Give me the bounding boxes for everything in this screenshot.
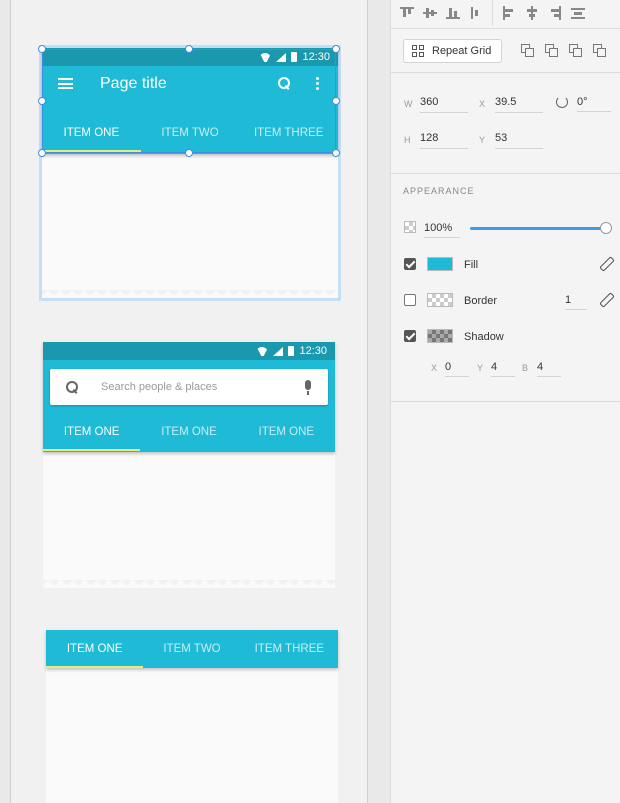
shadow-blur-label: B (522, 363, 529, 373)
boolean-exclude-icon[interactable] (593, 44, 607, 58)
repeat-grid-row: Repeat Grid (391, 29, 620, 73)
y-value[interactable]: 53 (495, 132, 543, 149)
signal-icon (273, 346, 284, 356)
property-inspector: Repeat Grid W 360 X 39.5 0° H 128 Y 53 A… (390, 0, 620, 803)
tab-item-two[interactable]: ITEM TWO (143, 630, 240, 668)
fill-label: Fill (464, 259, 479, 271)
shadow-color-swatch[interactable] (427, 329, 453, 343)
opacity-slider-handle[interactable] (600, 222, 612, 234)
border-color-swatch[interactable] (427, 293, 453, 307)
battery-icon (288, 346, 295, 356)
resize-handle-tl[interactable] (38, 45, 46, 53)
app-bar-2[interactable]: 12:30 Search people & places ITEM ONE IT… (43, 342, 335, 452)
align-top-icon[interactable] (400, 6, 414, 20)
resize-handle-br[interactable] (332, 149, 340, 157)
torn-edge (42, 290, 338, 298)
align-right-icon[interactable] (548, 6, 562, 20)
shadow-y-value[interactable]: 4 (491, 361, 515, 377)
border-label: Border (464, 295, 498, 307)
shadow-x-label: X (431, 363, 438, 373)
tab-item-one-c[interactable]: ITEM ONE (238, 413, 335, 451)
card-3[interactable]: ITEM ONE ITEM TWO ITEM THREE (46, 630, 338, 803)
width-field[interactable]: W 360 (404, 96, 470, 114)
width-value[interactable]: 360 (420, 96, 468, 113)
search-icon (66, 381, 78, 393)
search-box[interactable]: Search people & places (50, 369, 328, 405)
torn-edge (43, 580, 335, 588)
align-left-icon[interactable] (502, 6, 516, 20)
border-eyedropper-icon[interactable] (599, 293, 611, 307)
shadow-blur-value[interactable]: 4 (537, 361, 561, 377)
height-value[interactable]: 128 (420, 132, 468, 149)
tab-item-one[interactable]: ITEM ONE (43, 413, 141, 451)
selection-box[interactable] (42, 49, 336, 153)
tab-bar-3: ITEM ONE ITEM TWO ITEM THREE (46, 630, 338, 668)
tab-item-one[interactable]: ITEM ONE (46, 630, 144, 668)
y-field[interactable]: Y 53 (479, 132, 545, 150)
resize-handle-tr[interactable] (332, 45, 340, 53)
opacity-value[interactable]: 100% (424, 222, 460, 238)
app-bar-3[interactable]: ITEM ONE ITEM TWO ITEM THREE (46, 630, 338, 668)
resize-handle-bc[interactable] (185, 149, 193, 157)
rotation-value[interactable]: 0° (577, 96, 611, 112)
repeat-grid-label: Repeat Grid (432, 45, 492, 57)
border-checkbox[interactable] (404, 294, 416, 306)
align-bottom-icon[interactable] (446, 6, 460, 20)
tab-item-three[interactable]: ITEM THREE (241, 630, 338, 668)
boolean-add-icon[interactable] (521, 44, 535, 58)
align-center-icon[interactable] (525, 6, 539, 20)
tab-bar-2: ITEM ONE ITEM ONE ITEM ONE (43, 413, 335, 451)
alignment-toolbar (391, 0, 620, 29)
opacity-slider-track[interactable] (470, 227, 605, 230)
status-bar-2: 12:30 (43, 342, 335, 360)
shadow-label: Shadow (464, 331, 504, 343)
repeat-grid-icon (412, 45, 424, 57)
shadow-y-label: Y (477, 363, 484, 373)
fill-color-swatch[interactable] (427, 257, 453, 271)
repeat-grid-button[interactable]: Repeat Grid (403, 39, 502, 63)
boolean-intersect-icon[interactable] (569, 44, 583, 58)
align-middle-icon[interactable] (423, 6, 437, 20)
distribute-vertical-icon[interactable] (469, 6, 483, 20)
artboard[interactable]: 12:30 Page title ITEM ONE ITEM TWO ITEM … (10, 0, 368, 803)
status-time: 12:30 (299, 345, 327, 357)
card-2[interactable]: 12:30 Search people & places ITEM ONE IT… (43, 342, 335, 588)
shadow-x-value[interactable]: 0 (445, 361, 469, 377)
x-value[interactable]: 39.5 (495, 96, 543, 113)
geometry-section: W 360 X 39.5 0° H 128 Y 53 (391, 73, 620, 174)
fill-checkbox[interactable] (404, 258, 416, 270)
distribute-horizontal-icon[interactable] (571, 6, 585, 20)
tab-item-one-b[interactable]: ITEM ONE (140, 413, 237, 451)
resize-handle-tc[interactable] (185, 45, 193, 53)
height-field[interactable]: H 128 (404, 132, 470, 150)
resize-handle-ml[interactable] (38, 97, 46, 105)
border-width-value[interactable]: 1 (565, 294, 587, 310)
resize-handle-bl[interactable] (38, 149, 46, 157)
shadow-checkbox[interactable] (404, 330, 416, 342)
boolean-subtract-icon[interactable] (545, 44, 559, 58)
fill-eyedropper-icon[interactable] (599, 257, 611, 271)
divider (492, 0, 493, 26)
resize-handle-mr[interactable] (332, 97, 340, 105)
rotation-icon (556, 96, 568, 108)
design-canvas[interactable]: 12:30 Page title ITEM ONE ITEM TWO ITEM … (0, 0, 390, 803)
microphone-icon[interactable] (305, 380, 311, 395)
wifi-icon (256, 347, 268, 356)
appearance-heading: APPEARANCE (403, 186, 475, 196)
x-field[interactable]: X 39.5 (479, 96, 545, 114)
opacity-icon (404, 221, 416, 233)
search-placeholder: Search people & places (101, 381, 218, 393)
